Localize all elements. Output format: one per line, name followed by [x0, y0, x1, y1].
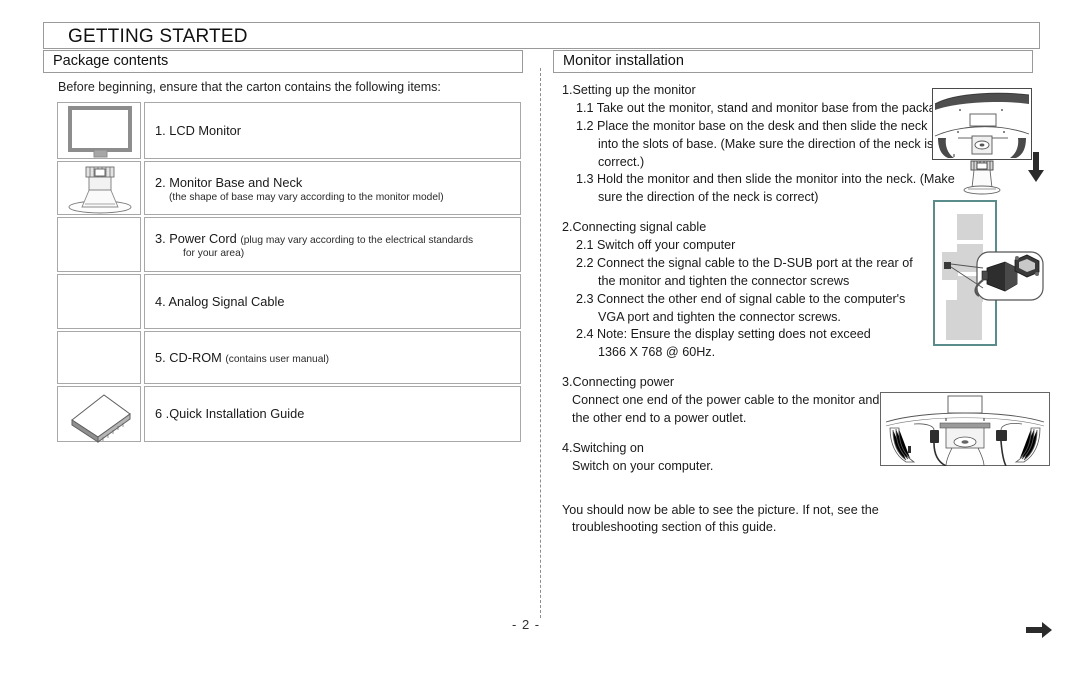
step-1-1-line: 1.1 Take out the monitor, stand and moni…: [576, 100, 954, 115]
step-1-3-cont-1: sure the direction of the neck is correc…: [598, 190, 819, 205]
page-number: - 2 -: [512, 617, 541, 632]
step-1-2-line: 1.2 Place the monitor base on the desk a…: [576, 118, 928, 133]
package-item-note: (plug may vary according to the electric…: [240, 235, 474, 246]
closing-line-1: You should now be able to see the pictur…: [562, 502, 879, 517]
monitor-installation-header: Monitor installation: [553, 50, 1033, 73]
monitor-rear-power-connection-figure: [880, 392, 1050, 466]
package-intro-text: Before beginning, ensure that the carton…: [58, 80, 441, 94]
package-item-image-cell: [57, 217, 141, 272]
package-item-text-cell: 4. Analog Signal Cable: [144, 274, 521, 329]
quick-install-guide-icon: [71, 394, 131, 443]
down-arrow-icon: [1028, 152, 1044, 182]
step-2-1-line: 2.1 Switch off your computer: [576, 238, 736, 252]
monitor-installation-instructions: 1.Setting up the monitor 1.1 Take out th…: [562, 82, 982, 537]
closing-line-2: troubleshooting section of this guide.: [572, 520, 777, 535]
monitor-rear-view-figure: [932, 88, 1032, 160]
step-3-heading: 3.Connecting power: [562, 375, 675, 390]
step-2-2-cont-1: the monitor and tighten the connector sc…: [598, 273, 850, 288]
monitor-neck-icon: [963, 160, 1001, 195]
lcd-monitor-icon: [68, 106, 132, 158]
package-item-label: 6 .Quick Installation Guide: [155, 406, 305, 422]
pc-vga-cable-icon: [933, 200, 1044, 346]
step-2-4-line: 2.4 Note: Ensure the display setting doe…: [576, 327, 871, 342]
step-1-2-cont-2: correct.): [598, 154, 645, 169]
package-item-label-group: 5. CD-ROM (contains user manual): [155, 349, 329, 367]
step-2-3-line: 2.3 Connect the other end of signal cabl…: [576, 291, 906, 306]
step-1-2-cont-1: into the slots of base. (Make sure the d…: [598, 136, 934, 151]
table-row: 1. LCD Monitor: [57, 102, 521, 159]
package-item-label: 4. Analog Signal Cable: [155, 293, 285, 309]
package-item-image-cell: [57, 331, 141, 384]
package-item-image-cell: [57, 386, 141, 443]
monitor-base-neck-icon: [68, 166, 132, 214]
package-item-note: (contains user manual): [225, 353, 330, 365]
package-item-label-group: 3. Power Cord (plug may vary according t…: [155, 230, 473, 259]
package-item-label: 5. CD-ROM: [155, 349, 226, 365]
package-item-label: 3. Power Cord: [155, 231, 241, 246]
step-1-heading: 1.Setting up the monitor: [562, 83, 696, 97]
table-row: 6 .Quick Installation Guide: [57, 386, 521, 443]
step-1-3-line: 1.3 Hold the monitor and then slide the …: [576, 172, 955, 187]
package-item-label: 2. Monitor Base and Neck: [155, 174, 303, 190]
package-item-label-group: 2. Monitor Base and Neck (the shape of b…: [155, 174, 444, 203]
package-item-label: 1. LCD Monitor: [155, 122, 242, 138]
column-divider: [540, 68, 541, 618]
down-arrow-glyph: [1028, 152, 1044, 182]
next-page-arrow-icon[interactable]: [1026, 622, 1052, 638]
monitor-installation-header-label: Monitor installation: [563, 53, 684, 69]
table-row: 5. CD-ROM (contains user manual): [57, 331, 521, 384]
monitor-neck-figure: [958, 160, 1006, 196]
next-page-arrow-glyph: [1026, 622, 1052, 638]
step-2-3-cont-1: VGA port and tighten the connector screw…: [598, 309, 841, 324]
package-item-image-cell: [57, 274, 141, 329]
package-item-text-cell: 1. LCD Monitor: [144, 102, 521, 159]
step-2-4-cont-1: 1366 X 768 @ 60Hz.: [598, 345, 716, 360]
package-item-text-cell: 5. CD-ROM (contains user manual): [144, 331, 521, 384]
package-item-image-cell: [57, 161, 141, 215]
table-row: 4. Analog Signal Cable: [57, 274, 521, 329]
package-item-text-cell: 3. Power Cord (plug may vary according t…: [144, 217, 521, 272]
pc-vga-cable-connection-figure: [933, 200, 1045, 346]
page-title: GETTING STARTED: [68, 26, 248, 47]
package-item-text-cell: 2. Monitor Base and Neck (the shape of b…: [144, 161, 521, 215]
table-row: 3. Power Cord (plug may vary according t…: [57, 217, 521, 272]
package-contents-header: Package contents: [43, 50, 523, 73]
package-item-image-cell: [57, 102, 141, 159]
package-contents-header-label: Package contents: [53, 53, 169, 69]
monitor-rear-view-icon: [932, 88, 1032, 160]
monitor-rear-power-icon: [880, 392, 1050, 466]
step-2-2-line: 2.2 Connect the signal cable to the D-SU…: [576, 255, 913, 270]
package-item-text-cell: 6 .Quick Installation Guide: [144, 386, 521, 442]
package-contents-table: 1. LCD Monitor 2. Monitor Base and Neck …: [57, 102, 521, 444]
package-item-note-second-line: for your area): [183, 248, 245, 259]
page-title-bar: GETTING STARTED: [43, 22, 1040, 49]
table-row: 2. Monitor Base and Neck (the shape of b…: [57, 161, 521, 215]
step-2-heading: 2.Connecting signal cable: [562, 220, 707, 235]
package-item-note: (the shape of base may vary according to…: [169, 191, 444, 203]
